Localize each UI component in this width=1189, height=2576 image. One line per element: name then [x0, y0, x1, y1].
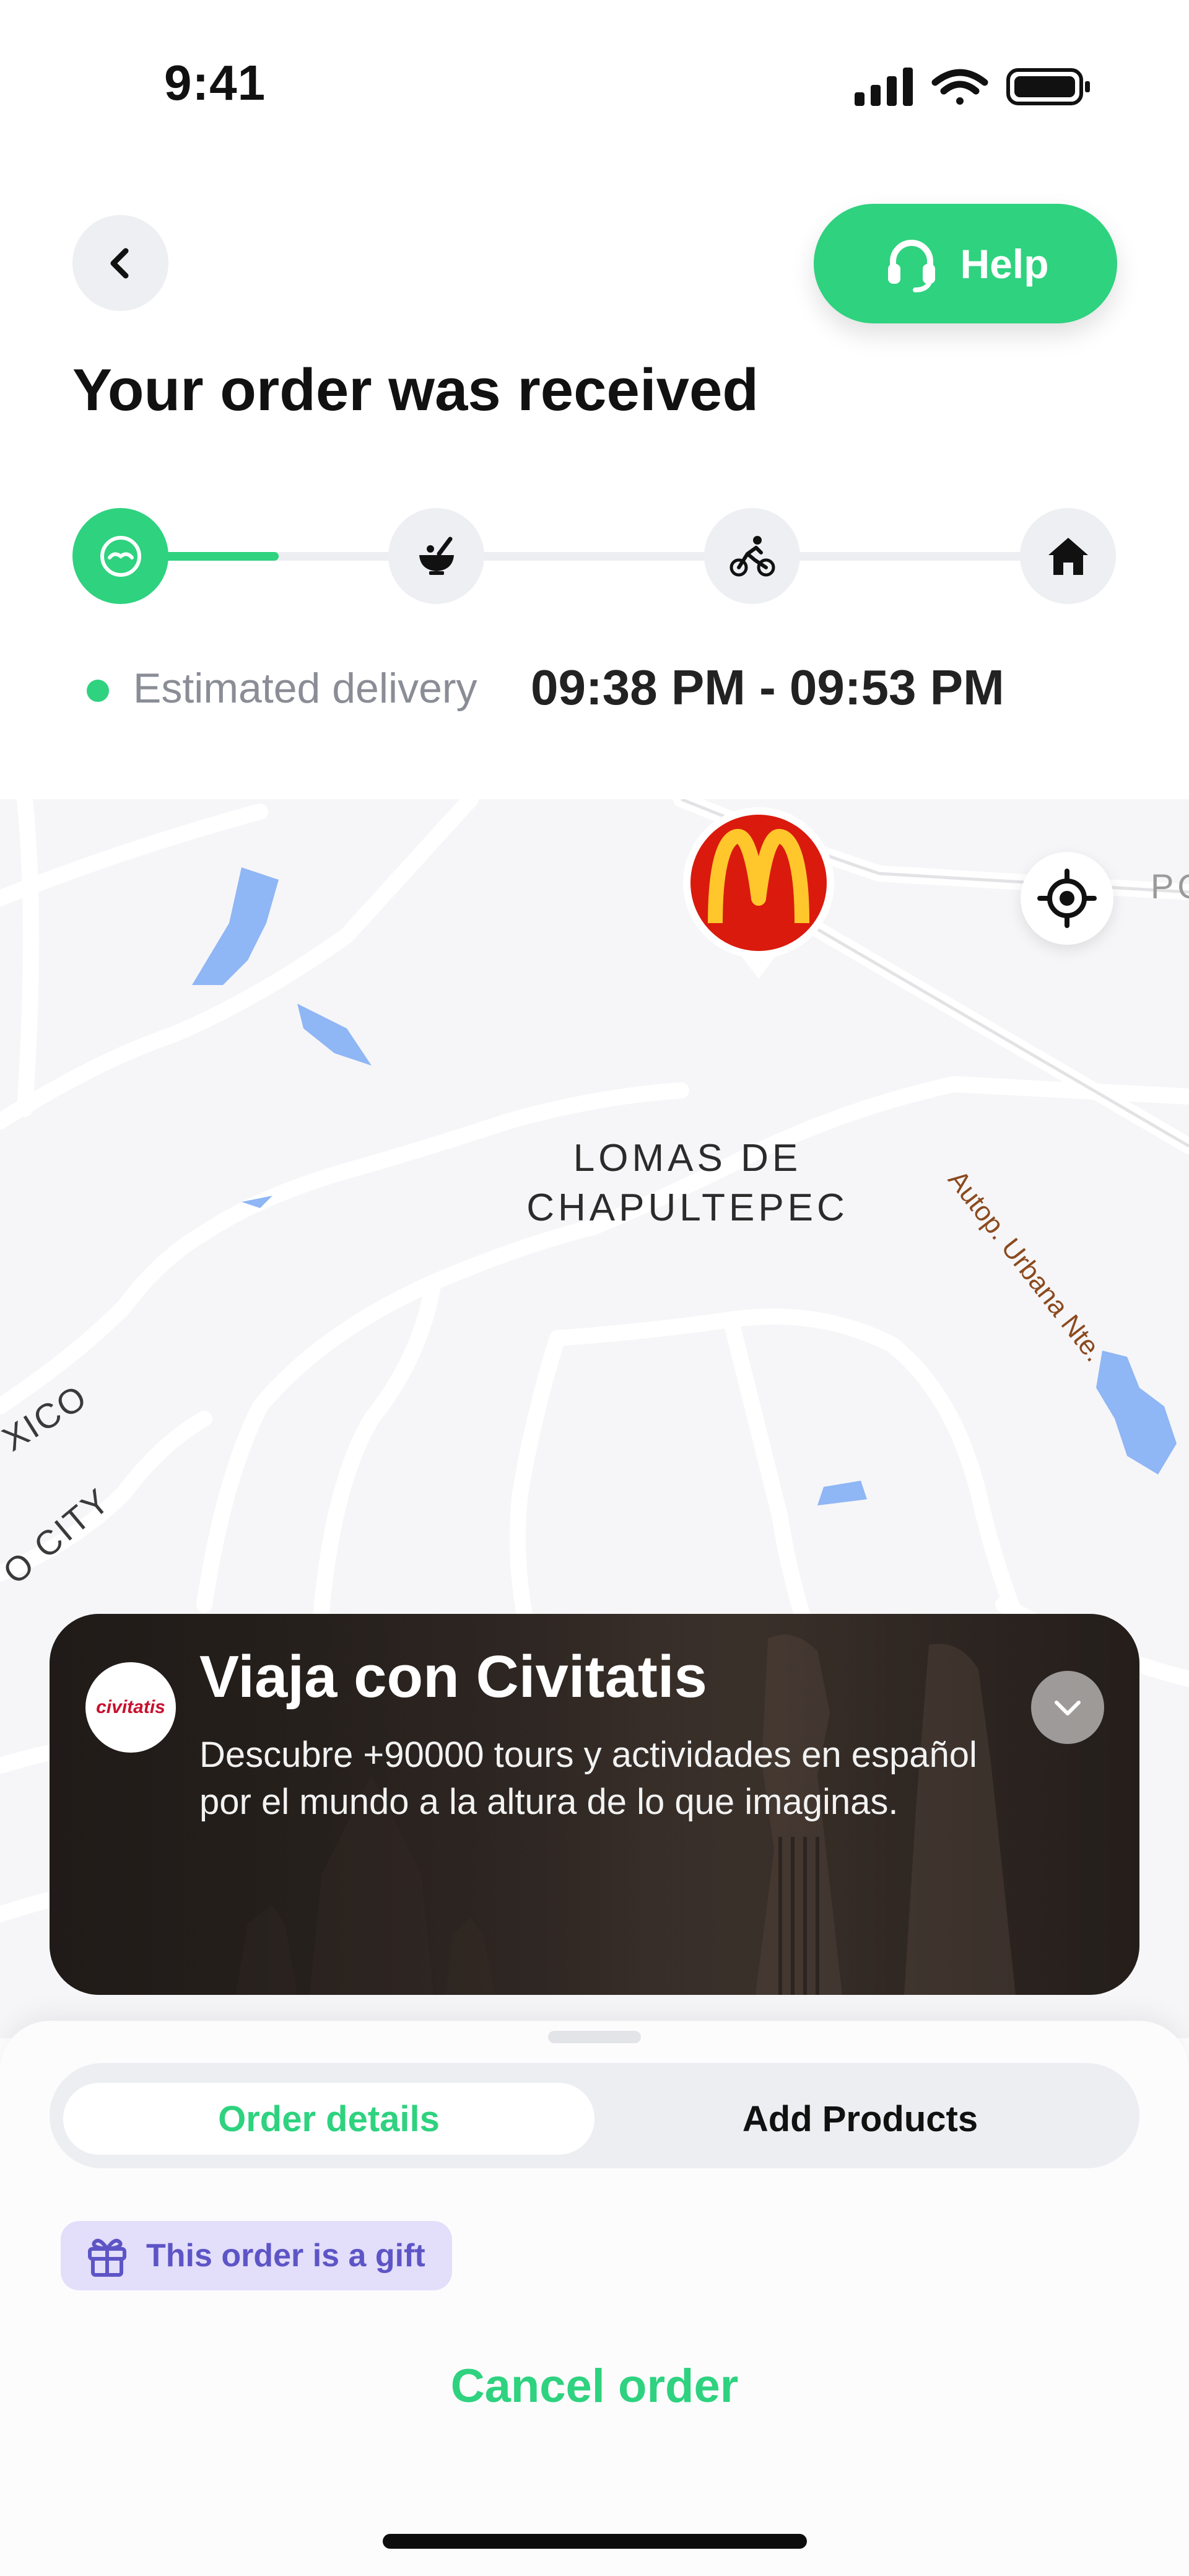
page-title: Your order was received [72, 357, 759, 423]
ad-title: Viaja con Civitatis [199, 1644, 707, 1710]
eta-label: Estimated delivery [133, 665, 477, 712]
step-on-the-way [704, 508, 800, 604]
status-icons [848, 65, 1096, 108]
step-order-received [72, 508, 168, 604]
cancel-order-button[interactable]: Cancel order [0, 2359, 1189, 2413]
civitatis-logo: civitatis [85, 1662, 176, 1753]
status-time: 9:41 [164, 55, 266, 110]
chevron-left-icon [110, 248, 128, 278]
help-label: Help [960, 240, 1049, 287]
gift-icon [88, 2238, 126, 2277]
signal-icon [855, 68, 913, 106]
eta-value: 09:38 PM - 09:53 PM [531, 660, 1004, 715]
locate-button[interactable] [1021, 852, 1113, 945]
back-button[interactable] [72, 215, 168, 311]
bowl-icon [419, 537, 454, 575]
cyclist-icon [730, 535, 775, 576]
gift-badge[interactable]: This order is a gift [61, 2221, 452, 2290]
home-indicator[interactable] [383, 2534, 807, 2549]
house-icon [1048, 537, 1088, 575]
ad-collapse-button[interactable] [1031, 1671, 1104, 1744]
step-preparing [388, 508, 484, 604]
gift-badge-label: This order is a gift [146, 2238, 425, 2274]
battery-icon [1006, 68, 1090, 105]
map-corner-label: PO [1151, 867, 1189, 906]
locate-icon [1037, 869, 1097, 928]
sheet-grabber[interactable] [548, 2031, 641, 2043]
wifi-icon [931, 69, 988, 105]
order-icon [100, 535, 141, 577]
tab-order-details[interactable]: Order details [63, 2083, 594, 2155]
chevron-down-icon [1055, 1701, 1081, 1715]
tab-add-products[interactable]: Add Products [594, 2083, 1126, 2155]
help-button[interactable]: Help [814, 204, 1117, 323]
restaurant-pin[interactable] [681, 805, 836, 985]
mcdonalds-logo-icon [683, 807, 834, 979]
map-area-label: LOMAS DE CHAPULTEPEC [526, 1137, 848, 1229]
ad-description: Descubre +90000 tours y actividades en e… [199, 1735, 977, 1822]
headset-icon [888, 239, 936, 292]
eta-status-dot [87, 680, 109, 702]
step-delivered [1020, 508, 1116, 604]
